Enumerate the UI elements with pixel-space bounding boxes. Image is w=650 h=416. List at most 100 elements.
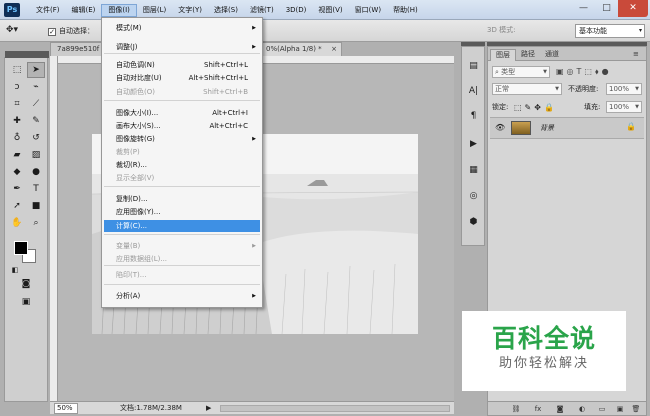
eraser-tool-icon[interactable]: ▰ (8, 147, 26, 163)
image-menu-item-1[interactable]: 调整(J) ▶ (104, 41, 260, 53)
eye-icon[interactable]: 👁 (495, 123, 505, 132)
rectangle-tool-icon[interactable]: ■ (27, 198, 45, 214)
marquee-tool-icon[interactable]: ⬚ (8, 62, 26, 78)
menu-10[interactable]: 帮助(H) (387, 4, 424, 17)
gradient-tool-icon[interactable]: ▨ (27, 147, 45, 163)
panel-menu-icon[interactable]: ≡ (628, 49, 644, 61)
layer-row[interactable]: 👁 背景 🔒 (490, 117, 644, 139)
menu-9[interactable]: 窗口(W) (349, 4, 387, 17)
fill-label: 填充: (584, 103, 601, 111)
opacity-field[interactable]: 100% ▼ (606, 83, 642, 95)
swatches-panel-icon[interactable]: ▦ (465, 163, 482, 178)
adjustment-layer-icon[interactable]: ◐ (576, 403, 588, 415)
eyedropper-tool-icon[interactable]: ⟋ (27, 96, 45, 112)
path-selection-tool-icon[interactable]: ➚ (8, 198, 26, 214)
auto-select-checkbox[interactable]: ✓ 自动选择： (48, 24, 94, 38)
new-layer-icon[interactable]: ▣ (614, 403, 626, 415)
image-menu-item-6[interactable]: 画布大小(S)... Alt+Ctrl+C (104, 120, 260, 132)
document-tab-active[interactable]: 0%(Alpha 1/8) * × (262, 42, 342, 56)
toolbox-grip[interactable] (5, 51, 49, 58)
lock-icons[interactable]: ⬚✎✥🔒 (514, 102, 557, 114)
layers-panel-tabs: 图层 路径 通道 ≡ (488, 47, 646, 61)
foreground-color-swatch[interactable] (14, 241, 28, 255)
tab-channels[interactable]: 通道 (540, 49, 564, 61)
image-menu-item-2[interactable]: 自动色调(N) Shift+Ctrl+L (104, 59, 260, 71)
character-panel-icon[interactable]: A| (465, 84, 482, 99)
blur-tool-icon[interactable]: ◆ (8, 164, 26, 180)
layer-style-icon[interactable]: fx (532, 403, 544, 415)
workspace-value: 基本功能 (579, 27, 607, 35)
fill-value: 100% (609, 103, 630, 111)
status-bar: 50% 文档:1.78M/2.38M ▶ (50, 401, 454, 414)
3d-panel-icon[interactable]: ⬢ (465, 215, 482, 230)
screen-mode-icon[interactable]: ▣ (17, 294, 35, 310)
menu-item-label: 裁剪(P) (116, 148, 140, 156)
close-button[interactable]: ✕ (618, 0, 648, 17)
dodge-tool-icon[interactable]: ● (27, 164, 45, 180)
hand-tool-icon[interactable]: ✋ (8, 215, 26, 231)
chevron-down-icon: ▼ (635, 104, 639, 110)
image-menu-item-3[interactable]: 自动对比度(U) Alt+Shift+Ctrl+L (104, 72, 260, 84)
pen-tool-icon[interactable]: ✒ (8, 181, 26, 197)
maximize-button[interactable]: □ (595, 0, 618, 17)
menu-item-label: 复制(D)... (116, 195, 148, 203)
layer-filter-select[interactable]: ⌕ 类型 ▼ (492, 66, 550, 78)
lasso-tool-icon[interactable]: ↄ (8, 79, 26, 95)
image-menu-item-9[interactable]: 裁切(R)... (104, 159, 260, 171)
type-tool-icon[interactable]: T (27, 181, 45, 197)
layer-mask-icon[interactable]: ◙ (554, 403, 566, 415)
menu-5[interactable]: 选择(S) (208, 4, 244, 17)
checkbox-check-icon: ✓ (48, 28, 56, 36)
move-tool-preset-icon[interactable]: ✥▾ (6, 23, 18, 37)
menu-separator (104, 284, 260, 285)
layer-filter-icons[interactable]: ▣◎T⬚⬧● (556, 66, 612, 78)
window-controls: — □ ✕ (572, 0, 648, 17)
image-menu-item-0[interactable]: 模式(M) ▶ (104, 22, 260, 34)
crop-tool-icon[interactable]: ⌗ (8, 96, 26, 112)
actions-panel-icon[interactable]: ▶ (465, 137, 482, 152)
history-brush-tool-icon[interactable]: ↺ (27, 130, 45, 146)
blend-mode-select[interactable]: 正常 ▼ (492, 83, 562, 95)
fill-field[interactable]: 100% ▼ (606, 101, 642, 113)
horizontal-scrollbar[interactable] (220, 405, 450, 412)
link-layers-icon[interactable]: ⛓ (510, 403, 522, 415)
image-menu-item-16: 陷印(T)... (104, 269, 260, 281)
status-menu-arrow-icon[interactable]: ▶ (206, 402, 211, 414)
search-icon: ⌕ (495, 68, 499, 76)
close-tab-icon[interactable]: × (331, 43, 337, 56)
image-menu-item-7[interactable]: 图像旋转(G) ▶ (104, 133, 260, 145)
menu-7[interactable]: 3D(D) (280, 4, 313, 17)
image-menu-item-13[interactable]: 计算(C)... (104, 220, 260, 232)
menu-3[interactable]: 图层(L) (137, 4, 172, 17)
new-group-icon[interactable]: ▭ (596, 403, 608, 415)
paragraph-panel-icon[interactable]: ¶ (465, 109, 482, 124)
image-menu-item-5[interactable]: 图像大小(I)... Alt+Ctrl+I (104, 107, 260, 119)
chevron-down-icon: ▼ (543, 69, 547, 75)
image-menu-item-11[interactable]: 复制(D)... (104, 193, 260, 205)
zoom-tool-icon[interactable]: ⌕ (27, 215, 45, 231)
history-panel-icon[interactable]: ▤ (465, 59, 482, 74)
workspace-select[interactable]: 基本功能 ▾ (575, 24, 645, 38)
quick-select-tool-icon[interactable]: ⌁ (27, 79, 45, 95)
minimize-button[interactable]: — (572, 0, 595, 17)
move-tool-icon[interactable]: ➤ (27, 62, 45, 78)
trash-icon[interactable]: 🗑 (630, 403, 642, 415)
menu-1[interactable]: 编辑(E) (66, 4, 102, 17)
clone-stamp-tool-icon[interactable]: ♁ (8, 130, 26, 146)
quick-mask-icon[interactable]: ◙ (17, 276, 35, 292)
image-menu-item-12[interactable]: 应用图像(Y)... (104, 206, 260, 218)
brush-tool-icon[interactable]: ✎ (27, 113, 45, 129)
tab-layers[interactable]: 图层 (490, 49, 516, 61)
adjustments-panel-icon[interactable]: ◎ (465, 189, 482, 204)
opacity-label: 不透明度: (568, 85, 599, 93)
zoom-field[interactable]: 50% (54, 403, 78, 414)
menu-8[interactable]: 视图(V) (312, 4, 348, 17)
healing-brush-tool-icon[interactable]: ✚ (8, 113, 26, 129)
tab-paths[interactable]: 路径 (516, 49, 540, 61)
menu-6[interactable]: 滤镜(T) (244, 4, 280, 17)
menu-4[interactable]: 文字(Y) (172, 4, 208, 17)
menu-0[interactable]: 文件(F) (30, 4, 66, 17)
menu-2[interactable]: 图像(I) (101, 4, 137, 17)
image-menu-item-17[interactable]: 分析(A) ▶ (104, 290, 260, 302)
blend-mode-value: 正常 (495, 85, 509, 93)
